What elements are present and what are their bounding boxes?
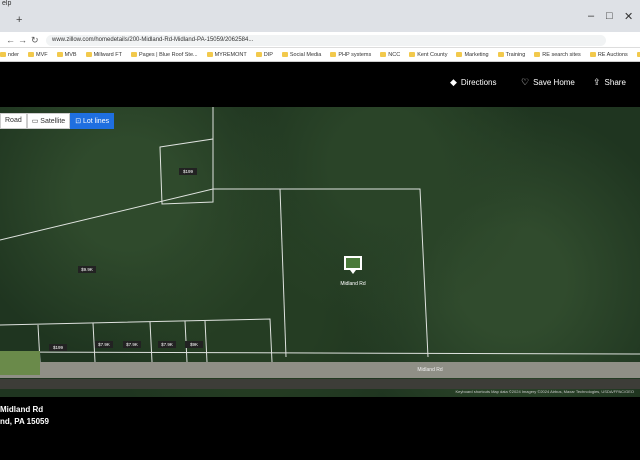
heart-icon: ♡	[521, 77, 530, 87]
bookmark-item[interactable]: RE search sites	[534, 52, 581, 58]
bookmark-item[interactable]: RE Auctions	[589, 52, 628, 58]
folder-icon	[456, 52, 463, 57]
new-tab-icon[interactable]: +	[16, 14, 22, 26]
save-home-button[interactable]: ♡ Save Home	[521, 77, 575, 88]
folder-icon	[409, 52, 416, 57]
bookmark-item[interactable]: Training	[497, 52, 525, 58]
directions-button[interactable]: ◆ Directions	[450, 77, 497, 88]
folder-icon	[206, 52, 213, 57]
bookmark-item[interactable]: DIP	[255, 52, 273, 58]
road-view-button[interactable]: Road	[0, 113, 27, 129]
folder-icon	[330, 52, 337, 57]
bookmark-item[interactable]: MVF	[28, 52, 48, 58]
save-home-label: Save Home	[533, 78, 575, 87]
back-icon[interactable]: ←	[6, 35, 15, 45]
satellite-icon: ▭	[31, 118, 41, 125]
satellite-map[interactable]: $199 $9.9K $199 $7.9K $7.9K $7.9K $9K Midland …	[0, 107, 640, 397]
listing-footer: Midland Rd nd, PA 15059	[0, 397, 640, 460]
folder-icon	[281, 52, 288, 57]
folder-icon	[497, 52, 504, 57]
browser-tab-bar: elp + – □ ✕	[0, 0, 640, 32]
share-button[interactable]: ⇪ Share	[593, 77, 626, 88]
folder-icon	[28, 52, 35, 57]
bookmark-item[interactable]: Millward FT	[85, 52, 122, 58]
folder-icon	[85, 52, 92, 57]
address-city: nd, PA 15059	[0, 417, 49, 426]
folder-icon	[380, 52, 387, 57]
road-name-label: Midland Rd	[417, 367, 443, 373]
bookmark-item[interactable]: NCC	[380, 52, 400, 58]
maximize-icon[interactable]: □	[606, 10, 613, 22]
lot-lines-icon: ⊡	[75, 118, 84, 125]
reload-icon[interactable]: ↻	[31, 35, 39, 46]
bookmark-item[interactable]: MVB	[56, 52, 77, 58]
browser-tab[interactable]: elp	[0, 0, 18, 12]
address-street: Midland Rd	[0, 405, 44, 414]
listing-header: ◆ Directions ♡ Save Home ⇪ Share	[0, 62, 640, 107]
share-label: Share	[604, 78, 626, 87]
bookmarks-bar: nder MVF MVB Millward FT Pages | Blue Roof S…	[0, 48, 640, 62]
folder-icon	[589, 52, 596, 57]
forward-icon[interactable]: →	[18, 35, 27, 45]
map-thumbnail	[0, 351, 40, 375]
map-attribution: Keyboard shortcuts Map data ©2024 Imager…	[455, 389, 635, 394]
minimize-icon[interactable]: –	[588, 10, 594, 22]
bookmark-item[interactable]: MYREMONT	[206, 52, 247, 58]
folder-icon	[534, 52, 541, 57]
share-icon: ⇪	[593, 77, 601, 87]
bookmark-item[interactable]: nder	[0, 52, 19, 58]
map-type-toggle: Road ▭ Satellite ⊡ Lot lines	[0, 113, 115, 129]
folder-icon	[56, 52, 63, 57]
satellite-view-button[interactable]: ▭ Satellite	[26, 113, 71, 129]
bookmark-item[interactable]: Kent County	[409, 52, 447, 58]
directions-icon: ◆	[450, 77, 457, 87]
address-bar-row: ← → ↻ www.zillow.com/homedetails/200-Mid…	[0, 32, 640, 48]
bookmark-item[interactable]: Marketing	[456, 52, 489, 58]
folder-icon	[130, 52, 137, 57]
lot-lines-button[interactable]: ⊡ Lot lines	[70, 113, 115, 129]
close-icon[interactable]: ✕	[624, 10, 633, 23]
directions-label: Directions	[460, 78, 497, 87]
url-input[interactable]: www.zillow.com/homedetails/200-Midland-R…	[46, 35, 606, 46]
folder-icon	[0, 52, 6, 57]
folder-icon	[255, 52, 262, 57]
bookmark-item[interactable]: Pages | Blue Roof Ste...	[130, 52, 198, 58]
bookmark-item[interactable]: PHP systems	[330, 52, 371, 58]
bookmark-item[interactable]: Social Media	[281, 52, 321, 58]
